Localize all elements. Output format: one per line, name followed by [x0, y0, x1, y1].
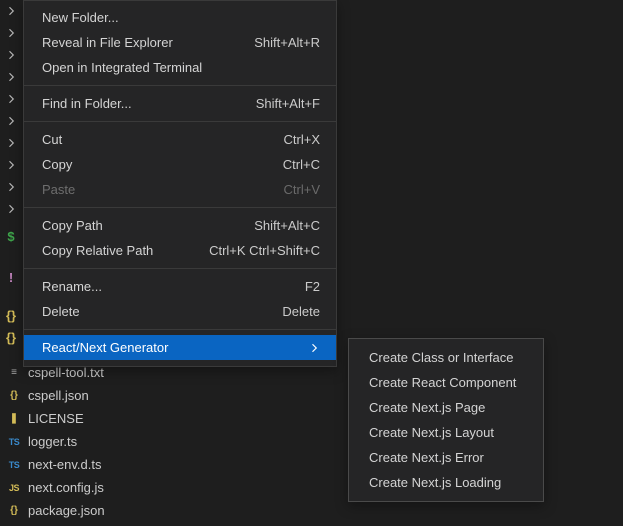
file-label: logger.ts	[28, 434, 77, 449]
submenu-item-label: Create Next.js Error	[369, 450, 484, 465]
menu-item-shortcut: Ctrl+K Ctrl+Shift+C	[209, 243, 320, 258]
license-file-icon: ❚	[6, 411, 22, 427]
menu-item-label: React/Next Generator	[42, 340, 168, 355]
brace2-icon: {}	[0, 326, 22, 348]
menu-item-label: Delete	[42, 304, 80, 319]
menu-item-rename[interactable]: Rename... F2	[24, 274, 336, 299]
context-menu[interactable]: New Folder... Reveal in File Explorer Shif…	[23, 0, 337, 367]
excl-icon: !	[0, 250, 22, 304]
menu-item-delete[interactable]: Delete Delete	[24, 299, 336, 324]
explorer-side-icons: $!{}{}	[0, 222, 22, 348]
menu-item-label: Paste	[42, 182, 75, 197]
menu-item-new-folder[interactable]: New Folder...	[24, 5, 336, 30]
menu-item-label: New Folder...	[42, 10, 119, 25]
submenu-item-create-next-error[interactable]: Create Next.js Error	[349, 445, 543, 470]
submenu-item-label: Create Class or Interface	[369, 350, 514, 365]
menu-item-label: Copy	[42, 157, 72, 172]
folder-chevron-icon[interactable]	[0, 154, 22, 176]
cspell-tool-file-icon: ≡	[6, 365, 22, 381]
submenu-item-create-class[interactable]: Create Class or Interface	[349, 345, 543, 370]
menu-item-label: Reveal in File Explorer	[42, 35, 173, 50]
menu-item-shortcut: Delete	[282, 304, 320, 319]
file-label: LICENSE	[28, 411, 84, 426]
menu-separator	[24, 268, 336, 269]
folder-chevron-icon[interactable]	[0, 0, 22, 22]
menu-item-open-terminal[interactable]: Open in Integrated Terminal	[24, 55, 336, 80]
menu-item-label: Open in Integrated Terminal	[42, 60, 202, 75]
menu-item-shortcut: Ctrl+V	[284, 182, 320, 197]
file-row-cspell-json[interactable]: {} cspell.json	[6, 385, 105, 406]
submenu-item-create-next-page[interactable]: Create Next.js Page	[349, 395, 543, 420]
file-row-logger[interactable]: TS logger.ts	[6, 431, 105, 452]
folder-chevron-icon[interactable]	[0, 88, 22, 110]
file-label: next.config.js	[28, 480, 104, 495]
submenu-item-create-next-layout[interactable]: Create Next.js Layout	[349, 420, 543, 445]
folder-chevron-icon[interactable]	[0, 110, 22, 132]
file-row-next-env[interactable]: TS next-env.d.ts	[6, 454, 105, 475]
submenu-item-label: Create Next.js Page	[369, 400, 485, 415]
folder-chevron-icon[interactable]	[0, 132, 22, 154]
menu-separator	[24, 207, 336, 208]
menu-item-shortcut: F2	[305, 279, 320, 294]
chevron-right-icon	[308, 342, 320, 354]
folder-chevron-icon[interactable]	[0, 66, 22, 88]
menu-item-paste: Paste Ctrl+V	[24, 177, 336, 202]
menu-item-react-next[interactable]: React/Next Generator	[24, 335, 336, 360]
dollar-icon: $	[0, 222, 22, 250]
logger-file-icon: TS	[6, 434, 22, 450]
file-label: cspell-tool.txt	[28, 365, 104, 380]
menu-separator	[24, 121, 336, 122]
menu-item-shortcut: Shift+Alt+F	[256, 96, 320, 111]
submenu-item-label: Create Next.js Layout	[369, 425, 494, 440]
menu-item-cut[interactable]: Cut Ctrl+X	[24, 127, 336, 152]
menu-item-shortcut: Shift+Alt+C	[254, 218, 320, 233]
menu-item-copy-rel-path[interactable]: Copy Relative Path Ctrl+K Ctrl+Shift+C	[24, 238, 336, 263]
file-label: cspell.json	[28, 388, 89, 403]
file-row-license[interactable]: ❚ LICENSE	[6, 408, 105, 429]
menu-item-label: Cut	[42, 132, 62, 147]
menu-item-label: Find in Folder...	[42, 96, 132, 111]
next-config-file-icon: JS	[6, 480, 22, 496]
submenu-item-create-next-loading[interactable]: Create Next.js Loading	[349, 470, 543, 495]
brace1-icon: {}	[0, 304, 22, 326]
menu-item-label: Rename...	[42, 279, 102, 294]
file-row-next-config[interactable]: JS next.config.js	[6, 477, 105, 498]
menu-item-reveal-explorer[interactable]: Reveal in File Explorer Shift+Alt+R	[24, 30, 336, 55]
menu-separator	[24, 329, 336, 330]
menu-item-find-in-folder[interactable]: Find in Folder... Shift+Alt+F	[24, 91, 336, 116]
folder-chevron-icon[interactable]	[0, 198, 22, 220]
explorer-file-list: ≡ cspell-tool.txt {} cspell.json ❚ LICENSE TS l…	[6, 362, 105, 521]
folder-chevron-icon[interactable]	[0, 22, 22, 44]
submenu-item-label: Create React Component	[369, 375, 516, 390]
cspell-json-file-icon: {}	[6, 388, 22, 404]
menu-item-copy[interactable]: Copy Ctrl+C	[24, 152, 336, 177]
menu-item-shortcut: Ctrl+C	[283, 157, 320, 172]
submenu-item-create-react-component[interactable]: Create React Component	[349, 370, 543, 395]
submenu-item-label: Create Next.js Loading	[369, 475, 501, 490]
file-label: next-env.d.ts	[28, 457, 101, 472]
menu-item-label: Copy Relative Path	[42, 243, 153, 258]
menu-item-copy-path[interactable]: Copy Path Shift+Alt+C	[24, 213, 336, 238]
menu-item-shortcut: Ctrl+X	[284, 132, 320, 147]
folder-chevron-icon[interactable]	[0, 176, 22, 198]
context-submenu[interactable]: Create Class or Interface Create React Co…	[348, 338, 544, 502]
menu-item-label: Copy Path	[42, 218, 103, 233]
package-json-file-icon: {}	[6, 503, 22, 519]
explorer-gutter	[0, 0, 22, 220]
folder-chevron-icon[interactable]	[0, 44, 22, 66]
next-env-file-icon: TS	[6, 457, 22, 473]
menu-item-shortcut: Shift+Alt+R	[254, 35, 320, 50]
file-row-package-json[interactable]: {} package.json	[6, 500, 105, 521]
file-label: package.json	[28, 503, 105, 518]
menu-separator	[24, 85, 336, 86]
